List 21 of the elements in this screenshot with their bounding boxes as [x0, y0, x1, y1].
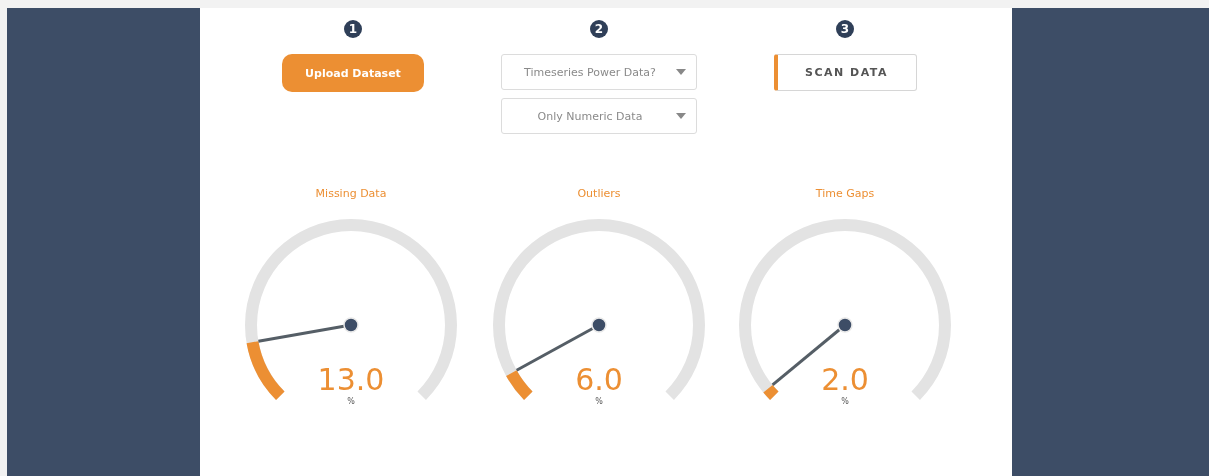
gauge-unit: %: [347, 397, 355, 406]
gauge-fill: [246, 340, 285, 400]
gauge-title: Outliers: [577, 187, 621, 200]
dropdown-select[interactable]: Only Numeric Data: [501, 98, 697, 134]
scan-data-button[interactable]: SCAN DATA: [773, 54, 917, 91]
caret-icon: [676, 69, 686, 75]
step-number-badge: 2: [590, 20, 608, 38]
step-number-badge: 3: [836, 20, 854, 38]
gauge-fill: [763, 384, 779, 400]
gauge-title: Missing Data: [315, 187, 387, 200]
gauge-unit: %: [595, 397, 603, 406]
gauge-value: 2.0: [821, 363, 869, 397]
gauge-unit: %: [841, 397, 849, 406]
dropdown-select[interactable]: Timeseries Power Data?: [501, 54, 697, 90]
gauge-value: 6.0: [575, 363, 623, 397]
upload-dataset-button[interactable]: Upload Dataset: [282, 54, 424, 92]
caret-icon: [676, 113, 686, 119]
gauge-fill: [506, 370, 533, 400]
gauge-value: 13.0: [317, 363, 385, 397]
step-number-badge: 1: [344, 20, 362, 38]
gauge-title: Time Gaps: [815, 187, 875, 200]
